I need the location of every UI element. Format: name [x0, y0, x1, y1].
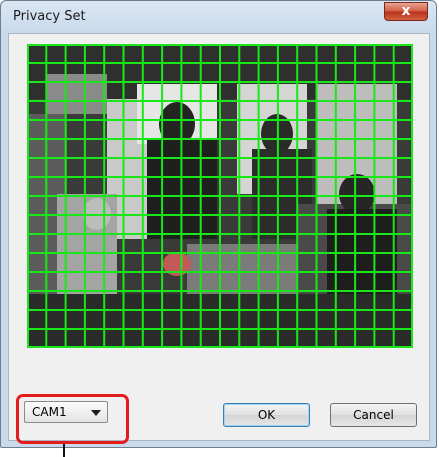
close-icon: x	[401, 3, 411, 19]
privacy-set-dialog: Privacy Set x CAM1 OK Cancel	[0, 0, 437, 448]
camera-preview[interactable]	[27, 44, 413, 348]
privacy-mask-grid[interactable]	[27, 44, 413, 348]
cancel-button[interactable]: Cancel	[330, 403, 417, 427]
callout-line	[63, 444, 65, 457]
title-bar[interactable]: Privacy Set x	[1, 1, 436, 33]
callout-highlight-box	[16, 394, 129, 444]
ok-button[interactable]: OK	[223, 403, 310, 427]
window-title: Privacy Set	[13, 9, 86, 24]
dialog-body: CAM1 OK Cancel	[8, 33, 430, 441]
close-button[interactable]: x	[384, 2, 428, 21]
